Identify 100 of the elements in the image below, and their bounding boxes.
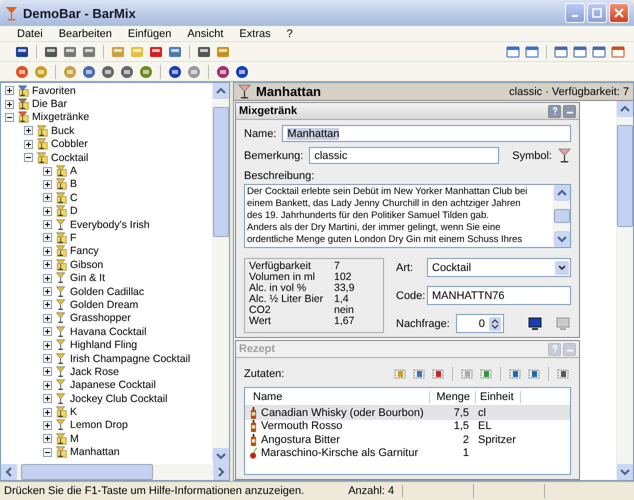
expand-toggle[interactable] xyxy=(43,408,52,417)
collapse-toggle[interactable] xyxy=(5,112,14,122)
menu-item[interactable]: Einfügen xyxy=(120,28,178,40)
expand-toggle[interactable] xyxy=(5,86,14,96)
table-row[interactable]: Maraschino-Kirsche als Garnitur 1 xyxy=(245,446,570,460)
minimize-button[interactable] xyxy=(565,3,585,23)
tree-item[interactable]: A xyxy=(70,165,78,178)
horizontal-scrollbar[interactable] xyxy=(1,464,229,480)
tree-item[interactable]: D xyxy=(70,205,78,218)
tree-item[interactable]: Fancy xyxy=(70,245,99,258)
expand-toggle[interactable] xyxy=(43,340,52,350)
collapse-button[interactable] xyxy=(563,104,576,118)
expand-toggle[interactable] xyxy=(43,434,52,444)
table-row[interactable]: Vermouth Rosso 1,5 EL xyxy=(245,420,570,433)
menu-item[interactable]: Datei xyxy=(10,28,50,40)
close-button[interactable] xyxy=(609,3,629,23)
expand-toggle[interactable] xyxy=(43,287,52,296)
expand-toggle[interactable] xyxy=(43,394,52,404)
expand-toggle[interactable] xyxy=(43,367,52,376)
expand-toggle[interactable] xyxy=(43,233,52,242)
expand-toggle[interactable] xyxy=(43,380,52,390)
expand-toggle[interactable] xyxy=(43,193,52,202)
table-cell-text: Spritzer xyxy=(477,434,517,446)
expand-toggle[interactable] xyxy=(43,166,52,176)
expand-toggle[interactable] xyxy=(43,327,52,336)
collapse-toggle[interactable] xyxy=(24,153,33,162)
menu-item[interactable]: ? xyxy=(280,28,300,40)
tree-item[interactable]: Mixgetränke xyxy=(32,111,90,124)
table-cell-text: Canadian Whisky (oder Bourbon) xyxy=(261,406,425,419)
table-row[interactable]: Angostura Bitter 2 Spritzer xyxy=(245,433,570,446)
tree-item[interactable]: F xyxy=(70,232,76,244)
scroll-down-icon[interactable] xyxy=(213,448,229,464)
demand-spinner[interactable]: 0 xyxy=(456,314,504,333)
tree-item[interactable]: Everybody's Irish xyxy=(70,218,150,231)
tree-item[interactable]: Cocktail xyxy=(51,152,88,164)
menu-item[interactable]: Extras xyxy=(232,28,278,40)
scroll-up-icon[interactable] xyxy=(617,101,633,117)
tree-item[interactable]: Irish Champagne Cocktail xyxy=(70,352,190,364)
bottle-icon xyxy=(249,420,258,432)
expand-toggle[interactable] xyxy=(43,246,52,256)
collapse-toggle[interactable] xyxy=(43,448,52,457)
menu-item[interactable]: Bearbeiten xyxy=(52,28,119,40)
scrollbar[interactable] xyxy=(616,101,633,480)
expand-toggle[interactable] xyxy=(43,354,52,363)
tree-item[interactable]: C xyxy=(70,192,78,204)
symbol-label: Symbol: xyxy=(512,150,552,162)
tree-item[interactable]: Golden Dream xyxy=(70,298,138,311)
glass-folder-icon xyxy=(36,138,48,150)
tree-item[interactable]: Highland Fling xyxy=(70,339,138,352)
expand-toggle[interactable] xyxy=(43,420,52,430)
scroll-down-icon[interactable] xyxy=(617,464,633,480)
stat-value: 102 xyxy=(334,272,352,283)
expand-toggle[interactable] xyxy=(24,126,33,136)
expand-toggle[interactable] xyxy=(43,274,52,283)
tree-item[interactable]: Buck xyxy=(51,124,74,137)
maximize-button[interactable] xyxy=(587,3,607,23)
help-button[interactable] xyxy=(548,104,561,118)
description-label: Beschreibung: xyxy=(244,170,316,182)
column-header[interactable]: Einheit xyxy=(476,390,521,402)
table-row[interactable]: Canadian Whisky (oder Bourbon) 7,5 cl xyxy=(245,406,570,420)
tree-item[interactable]: Golden Cadillac xyxy=(70,286,144,298)
tree-item[interactable]: Die Bar xyxy=(32,98,68,110)
expand-toggle[interactable] xyxy=(43,206,52,216)
tree-item[interactable]: Japanese Cocktail xyxy=(70,379,156,392)
type-dropdown[interactable]: Cocktail xyxy=(427,258,571,277)
scrollbar[interactable] xyxy=(212,83,229,464)
tree-item[interactable]: M xyxy=(70,432,79,445)
tree-item[interactable]: Havana Cocktail xyxy=(70,326,146,338)
tree-item[interactable]: Favoriten xyxy=(32,84,76,97)
expand-toggle[interactable] xyxy=(43,300,52,310)
expand-toggle[interactable] xyxy=(43,314,52,323)
cherry-icon xyxy=(249,447,258,460)
expand-toggle[interactable] xyxy=(43,180,52,189)
bottle-icon xyxy=(249,406,258,419)
tree-item[interactable]: Lemon Drop xyxy=(70,419,128,432)
tree-item[interactable]: Cobbler xyxy=(51,138,88,150)
name-field[interactable]: Manhattan xyxy=(282,125,571,142)
tree-item[interactable]: B xyxy=(70,178,78,190)
note-field[interactable]: classic xyxy=(309,147,500,164)
tree-item[interactable]: Gibson xyxy=(70,258,104,271)
expand-toggle[interactable] xyxy=(43,220,52,230)
panel-title: Rezept xyxy=(239,343,276,355)
column-header[interactable]: Menge xyxy=(430,390,476,402)
glass-folder-icon xyxy=(55,165,67,178)
expand-toggle[interactable] xyxy=(5,100,14,109)
code-field[interactable]: MANHATTN76 xyxy=(427,286,571,305)
table-cell-text: Angostura Bitter xyxy=(261,434,341,446)
column-header[interactable]: Name xyxy=(253,390,430,402)
expand-toggle[interactable] xyxy=(43,260,52,270)
tree-item[interactable]: Grasshopper xyxy=(70,312,131,324)
menu-item[interactable]: Ansicht xyxy=(180,28,230,40)
tree-item[interactable]: Manhattan xyxy=(70,446,120,458)
tree-item[interactable]: Jockey Club Cocktail xyxy=(70,392,168,405)
scroll-right-icon[interactable] xyxy=(213,464,229,480)
tree-item[interactable]: Jack Rose xyxy=(70,366,120,378)
scroll-left-icon[interactable] xyxy=(1,464,17,480)
scroll-up-icon[interactable] xyxy=(213,83,229,99)
expand-toggle[interactable] xyxy=(24,140,33,149)
tree-item[interactable]: Gin & It xyxy=(70,272,106,284)
tree-item[interactable]: K xyxy=(70,406,78,418)
